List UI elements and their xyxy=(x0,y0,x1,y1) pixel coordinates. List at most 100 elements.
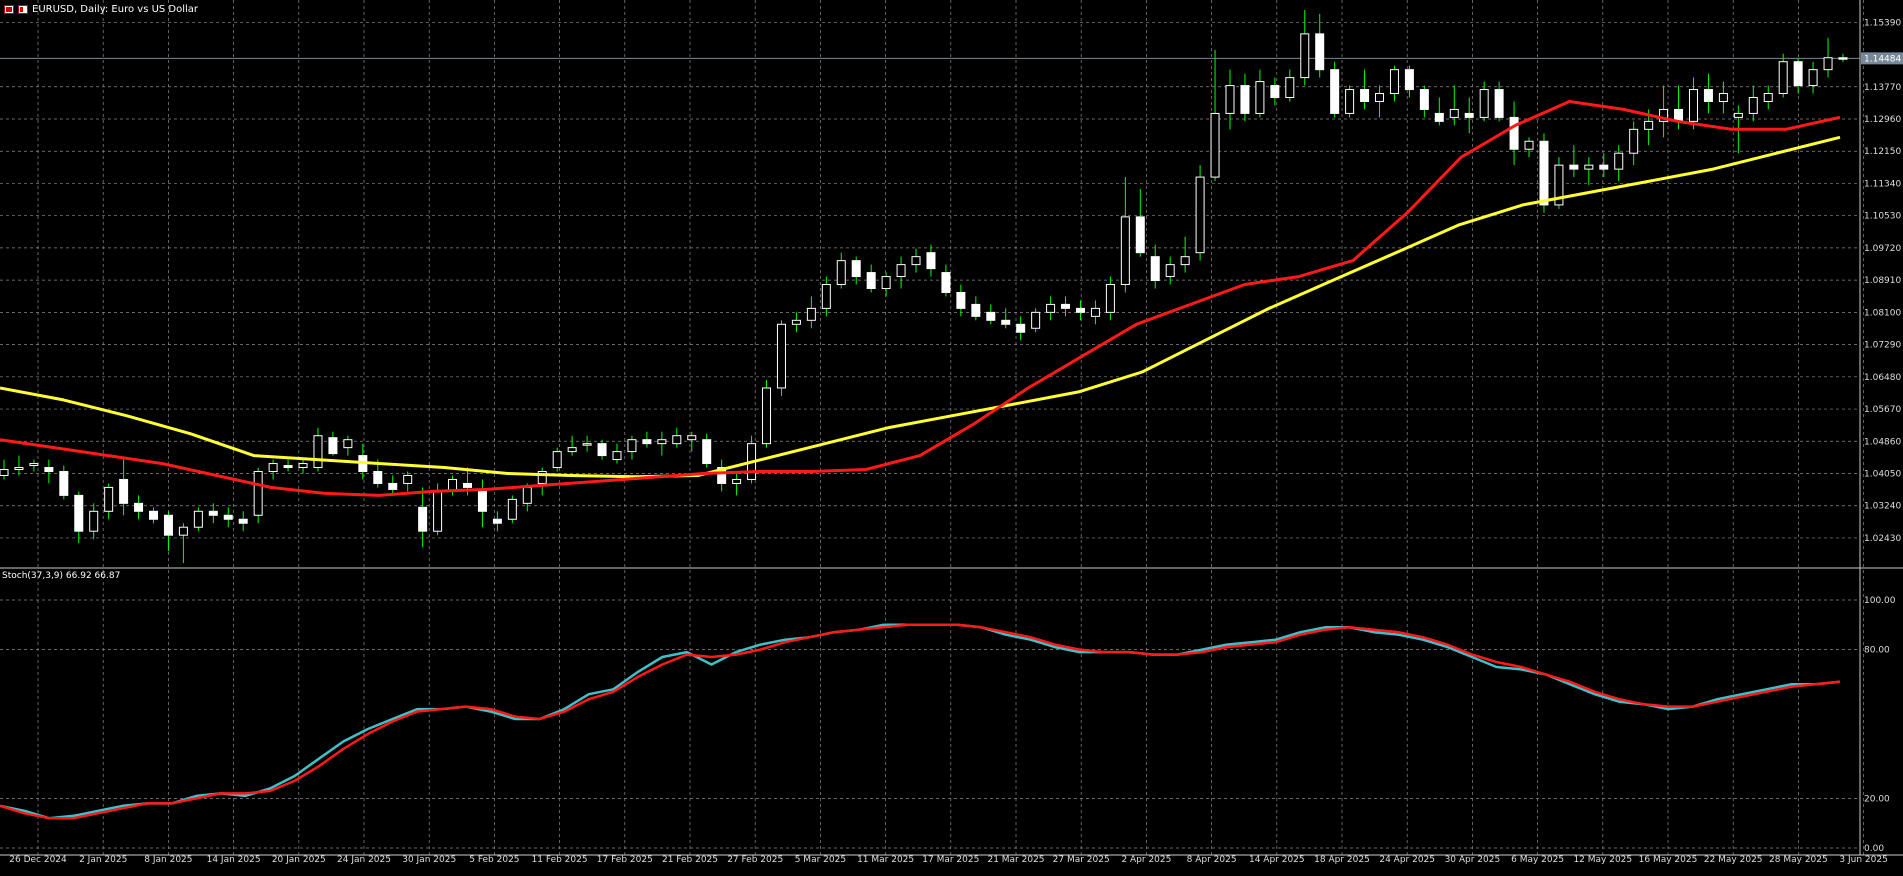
candle-bullish xyxy=(627,439,637,453)
time-tick-label: 12 May 2025 xyxy=(1573,855,1632,865)
candle-bullish xyxy=(89,510,99,532)
candle-bearish xyxy=(971,303,981,317)
stoch-tick-label: 20.00 xyxy=(1864,794,1890,804)
time-axis[interactable]: 26 Dec 2024 2 Jan 2025 8 Jan 2025 14 Jan 20… xyxy=(9,855,1888,865)
candle-bullish xyxy=(567,447,577,453)
candle-bearish xyxy=(223,514,233,520)
time-tick-label: 26 Dec 2024 xyxy=(9,855,67,865)
symbol-title: EURUSD, Daily: Euro vs US Dollar xyxy=(32,3,199,15)
candle-bullish xyxy=(776,323,786,389)
candle-bullish xyxy=(1688,89,1698,122)
time-tick-label: 3 Jun 2025 xyxy=(1839,855,1887,865)
candle-bullish xyxy=(1090,307,1100,317)
candle-bullish xyxy=(1614,152,1624,170)
price-tick-label: 1.09720 xyxy=(1864,244,1901,254)
chart-canvas[interactable]: 1.15390 1.14484 1.13770 1.12960 1.12150 1.113… xyxy=(0,0,1903,872)
price-tick-label: 1.12960 xyxy=(1864,115,1901,125)
current-price-label: 1.14484 xyxy=(1864,54,1901,64)
candle-bullish xyxy=(791,319,801,325)
candle-bearish xyxy=(1434,112,1444,122)
candle-bearish xyxy=(1509,116,1519,150)
candle-bullish xyxy=(881,276,891,289)
price-axis[interactable]: 1.15390 1.14484 1.13770 1.12960 1.12150 1.113… xyxy=(1861,18,1903,544)
candle-bearish xyxy=(74,494,84,532)
candle-bearish xyxy=(866,272,876,289)
time-tick-label: 5 Feb 2025 xyxy=(469,855,519,865)
time-tick-label: 18 Apr 2025 xyxy=(1314,855,1370,865)
candle-bearish xyxy=(941,272,951,293)
candle-bullish xyxy=(1375,93,1385,102)
time-tick-label: 17 Feb 2025 xyxy=(597,855,653,865)
candle-bullish xyxy=(1210,112,1220,178)
candle-bearish xyxy=(1135,216,1145,254)
candle-bullish xyxy=(1748,97,1758,114)
candle-bearish xyxy=(1315,33,1325,71)
candle-bullish xyxy=(1225,85,1235,114)
candle-bearish xyxy=(1539,140,1549,206)
candle-bullish xyxy=(657,439,667,445)
price-tick-label: 1.11340 xyxy=(1864,179,1901,189)
time-tick-label: 11 Mar 2025 xyxy=(857,855,914,865)
time-tick-label: 2 Jan 2025 xyxy=(79,855,127,865)
candle-bullish xyxy=(433,490,443,532)
stoch-signal-line xyxy=(0,623,1841,820)
candle-bullish xyxy=(1255,81,1265,114)
candle-bullish xyxy=(806,307,816,321)
candle-bullish xyxy=(582,443,592,446)
candle-bearish xyxy=(373,471,383,484)
time-tick-label: 11 Feb 2025 xyxy=(532,855,588,865)
candle-bearish xyxy=(956,291,966,309)
candle-bearish xyxy=(328,437,338,455)
candle-bullish xyxy=(104,486,114,512)
price-tick-label: 1.02430 xyxy=(1864,534,1901,544)
candle-bullish xyxy=(896,264,906,278)
candle-bullish xyxy=(762,387,772,445)
candle-bullish xyxy=(313,435,323,469)
candle-bullish xyxy=(1584,164,1594,170)
candle-bearish xyxy=(1360,89,1370,102)
us-flag-icon xyxy=(18,4,28,14)
price-tick-label: 1.15390 xyxy=(1864,18,1901,28)
candle-bullish xyxy=(1629,128,1639,154)
main-pane-grid xyxy=(0,0,1864,855)
price-tick-label: 1.12150 xyxy=(1864,147,1901,157)
candle-bullish xyxy=(732,478,742,484)
candle-bullish xyxy=(268,463,278,473)
time-tick-label: 27 Feb 2025 xyxy=(727,855,783,865)
eu-flag-icon xyxy=(4,4,14,14)
price-tick-label: 1.13770 xyxy=(1864,83,1901,93)
candle-bearish xyxy=(134,502,144,512)
time-tick-label: 14 Jan 2025 xyxy=(207,855,261,865)
indicator-pane-grid xyxy=(0,599,1860,849)
stoch-tick-label: 0.00 xyxy=(1864,844,1884,854)
candle-bearish xyxy=(1464,112,1474,118)
candle-bearish xyxy=(1703,89,1713,102)
candle-bearish xyxy=(418,506,428,532)
time-tick-label: 20 Jan 2025 xyxy=(272,855,326,865)
candle-bearish xyxy=(44,467,54,473)
time-tick-label: 14 Apr 2025 xyxy=(1249,855,1305,865)
candle-bullish xyxy=(1031,311,1041,329)
stoch-tick-label: 80.00 xyxy=(1864,646,1890,656)
candle-bearish xyxy=(1419,89,1429,110)
trading-chart-window[interactable]: 1.15390 1.14484 1.13770 1.12960 1.12150 1.113… xyxy=(0,0,1903,872)
candle-bearish xyxy=(119,478,129,504)
slow-moving-average-line xyxy=(0,135,1841,479)
candle-bullish xyxy=(507,498,517,520)
candle-bearish xyxy=(283,465,293,469)
indicator-header: Stoch(37,3,9) 66.92 66.87 xyxy=(2,571,121,581)
price-tick-label: 1.04050 xyxy=(1864,470,1901,480)
candle-bearish xyxy=(702,439,712,465)
candle-bullish xyxy=(1300,33,1310,79)
candle-bearish xyxy=(1061,303,1071,309)
price-tick-label: 1.04860 xyxy=(1864,437,1901,447)
candle-bullish xyxy=(1718,93,1728,102)
candle-bullish xyxy=(552,451,562,469)
candle-bullish xyxy=(253,471,263,516)
candle-bullish xyxy=(672,435,682,445)
candle-bearish xyxy=(1330,69,1340,114)
candle-bullish xyxy=(29,463,39,467)
time-tick-label: 8 Apr 2025 xyxy=(1187,855,1237,865)
time-tick-label: 22 May 2025 xyxy=(1704,855,1763,865)
candle-bullish xyxy=(0,469,9,476)
